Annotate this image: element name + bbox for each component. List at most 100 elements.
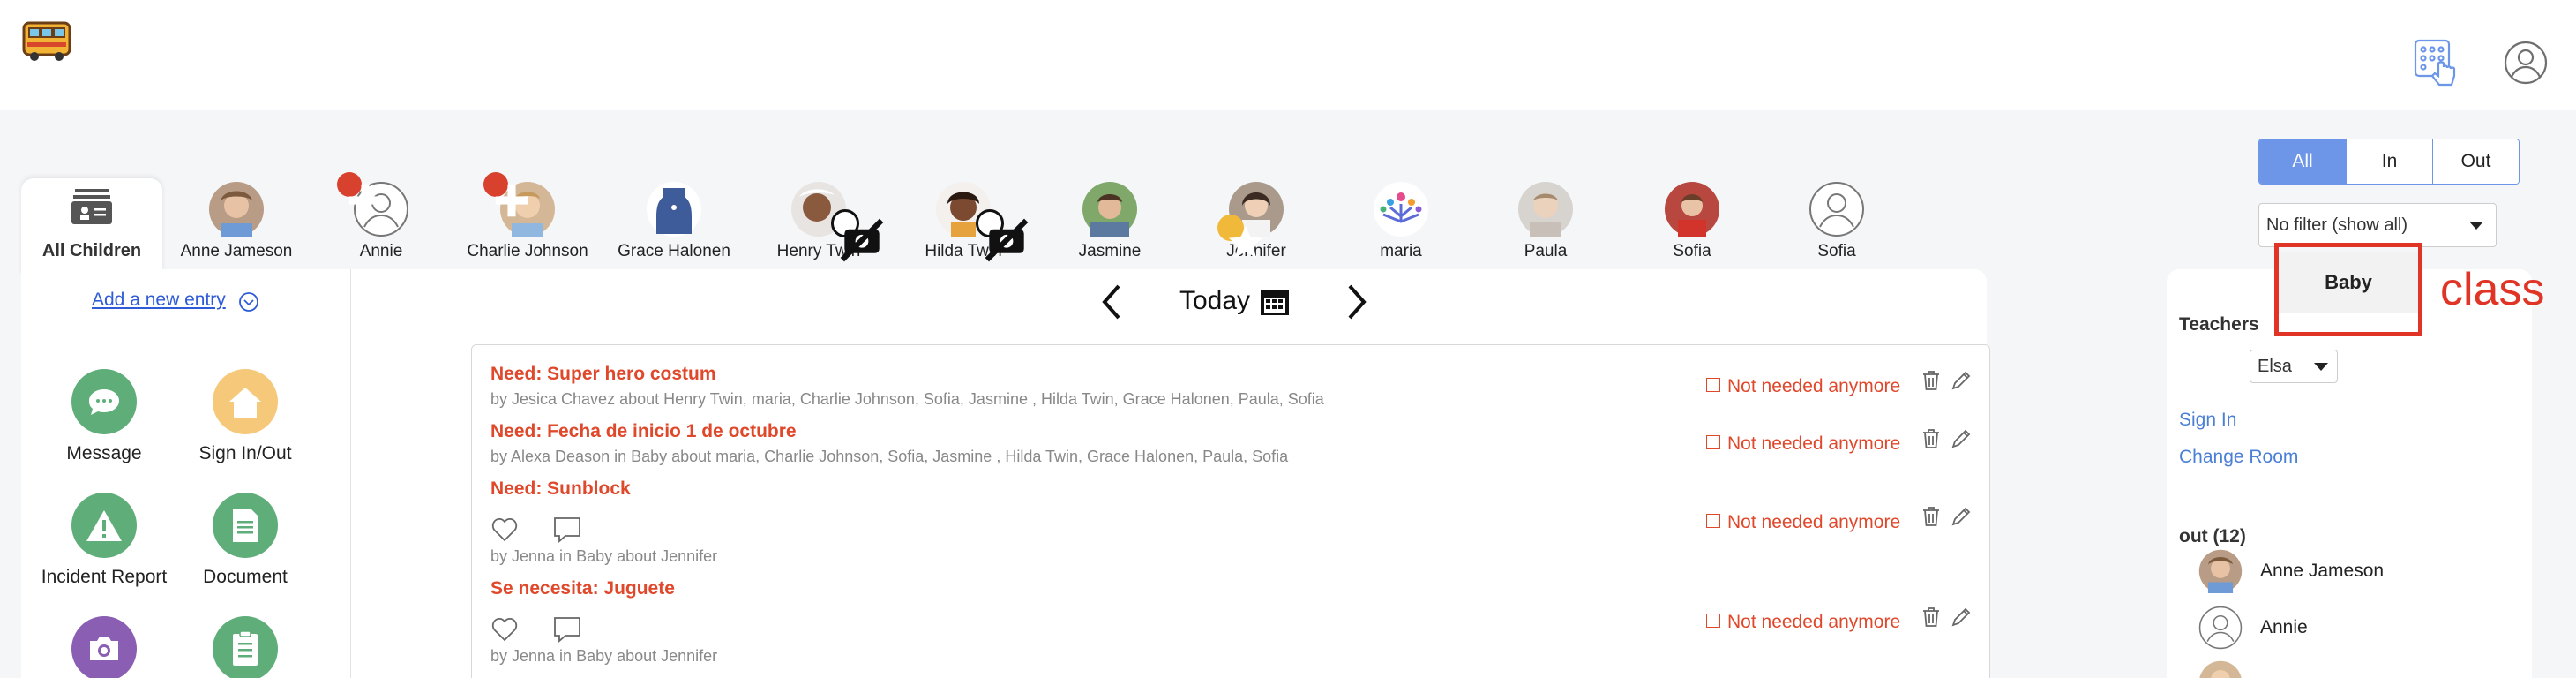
- avatar: [790, 181, 884, 262]
- child-grace-halonen[interactable]: Grace Halonen: [603, 181, 745, 261]
- calendar-icon[interactable]: [1260, 288, 1290, 320]
- avatar: [337, 172, 409, 237]
- avatar: [208, 181, 265, 237]
- entry-byline: by Jenna in Baby about Jennifer: [490, 647, 718, 665]
- teacher-select[interactable]: Elsa: [2250, 350, 2338, 383]
- entry-byline: by Jenna in Baby about Jennifer: [490, 547, 718, 565]
- avatar: [2198, 606, 2243, 650]
- out-count-heading: out (12): [2179, 526, 2246, 546]
- avatar: [1808, 181, 1865, 237]
- home-icon: [213, 369, 278, 434]
- edit-pencil-icon[interactable]: [1950, 427, 1973, 450]
- avatar: [1664, 181, 1720, 237]
- child-anne-jameson[interactable]: Anne Jameson: [166, 181, 307, 261]
- message-action[interactable]: Message: [34, 369, 175, 464]
- out-list-item[interactable]: Anne Jameson: [2198, 549, 2384, 593]
- avatar: [646, 181, 702, 237]
- keypad-tap-icon[interactable]: [2412, 39, 2460, 87]
- trash-icon[interactable]: [1920, 606, 1943, 629]
- entry-title[interactable]: Se necesita: Juguete: [490, 578, 675, 599]
- avatar: [483, 172, 556, 237]
- child-charlie-johnson[interactable]: Charlie Johnson: [457, 172, 598, 261]
- child-hilda-twin[interactable]: Hilda Twin: [893, 181, 1034, 262]
- filter-all-button[interactable]: All: [2259, 139, 2346, 184]
- status-filter: All In Out: [2258, 139, 2520, 185]
- not-needed-checkbox[interactable]: Not needed anymore: [1706, 612, 1900, 633]
- chevron-down-icon: [2469, 222, 2483, 230]
- like-heart-icon[interactable]: [490, 615, 519, 644]
- avatar: [1517, 181, 1574, 237]
- not-needed-checkbox[interactable]: Not needed anymore: [1706, 512, 1900, 533]
- like-heart-icon[interactable]: [490, 516, 519, 544]
- annotation-highlight-box: [2274, 243, 2422, 336]
- filter-out-button[interactable]: Out: [2432, 139, 2519, 184]
- change-room-link[interactable]: Change Room: [2179, 447, 2298, 468]
- child-maria[interactable]: maria: [1330, 181, 1471, 261]
- avatar: [1217, 181, 1284, 259]
- no-photo-icon: [976, 209, 1029, 262]
- avatar: [2198, 549, 2243, 593]
- entry-title[interactable]: Need: Super hero costum: [490, 364, 716, 385]
- incident-report-action[interactable]: Incident Report: [34, 493, 175, 588]
- children-strip: Anne Jameson Annie Charlie Johnson Grace…: [0, 168, 1888, 269]
- trash-icon[interactable]: [1920, 505, 1943, 528]
- trash-icon[interactable]: [1920, 369, 1943, 392]
- user-account-icon[interactable]: [2502, 39, 2550, 87]
- child-annie[interactable]: Annie: [311, 172, 452, 261]
- annotation-label: class: [2440, 264, 2545, 315]
- filter-in-button[interactable]: In: [2346, 139, 2432, 184]
- checkbox-icon: [1706, 435, 1720, 449]
- entry-title[interactable]: Need: Fecha de inicio 1 de octubre: [490, 421, 797, 442]
- document-action[interactable]: Document: [175, 493, 316, 588]
- avatar: [1082, 181, 1138, 237]
- child-henry-twin[interactable]: Henry Twin: [748, 181, 889, 262]
- sign-in-link[interactable]: Sign In: [2179, 410, 2236, 431]
- entry-byline: by Jesica Chavez about Henry Twin, maria…: [490, 390, 1324, 408]
- add-entry-link[interactable]: Add a new entry: [92, 290, 226, 311]
- not-needed-checkbox[interactable]: Not needed anymore: [1706, 376, 1900, 397]
- child-jasmine[interactable]: Jasmine: [1039, 181, 1180, 261]
- previous-day-icon[interactable]: [1097, 281, 1124, 328]
- child-sofia-2[interactable]: Sofia: [1766, 181, 1907, 261]
- out-list-item[interactable]: Annie: [2198, 606, 2308, 650]
- avatar: [2198, 660, 2243, 678]
- add-badge-icon[interactable]: [337, 172, 382, 217]
- avatar: [935, 181, 1029, 262]
- checklist-icon: [213, 616, 278, 678]
- edit-pencil-icon[interactable]: [1950, 505, 1973, 528]
- comment-icon[interactable]: [552, 615, 582, 644]
- document-icon: [213, 493, 278, 558]
- comment-icon[interactable]: [552, 516, 582, 544]
- child-jennifer[interactable]: Jennifer: [1186, 181, 1327, 261]
- chevron-down-icon: [2314, 363, 2328, 371]
- child-paula[interactable]: Paula: [1475, 181, 1616, 261]
- filter-select-value: No filter (show all): [2266, 215, 2408, 235]
- teachers-heading: Teachers: [2179, 314, 2259, 335]
- school-bus-logo-icon[interactable]: [21, 18, 72, 64]
- filter-select[interactable]: No filter (show all): [2258, 203, 2497, 247]
- add-badge-icon[interactable]: [483, 172, 528, 217]
- trash-icon[interactable]: [1920, 427, 1943, 450]
- not-needed-checkbox[interactable]: Not needed anymore: [1706, 433, 1900, 455]
- checkbox-icon: [1706, 378, 1720, 392]
- next-day-icon[interactable]: [1344, 281, 1371, 328]
- chevron-down-circle-icon[interactable]: [238, 291, 259, 317]
- entry-title[interactable]: Need: Sunblock: [490, 478, 631, 500]
- edit-pencil-icon[interactable]: [1950, 606, 1973, 629]
- sign-in-out-action[interactable]: Sign In/Out: [175, 369, 316, 464]
- checkbox-icon: [1706, 614, 1720, 628]
- checkbox-icon: [1706, 514, 1720, 528]
- out-list-item[interactable]: [2198, 660, 2260, 678]
- checklist-action[interactable]: [175, 616, 316, 678]
- entry-byline: by Alexa Deason in Baby about maria, Cha…: [490, 448, 1289, 465]
- date-label: Today: [1179, 286, 1251, 315]
- warning-icon: [71, 493, 137, 558]
- photo-action[interactable]: [34, 616, 175, 678]
- child-sofia[interactable]: Sofia: [1621, 181, 1763, 261]
- no-photo-icon: [831, 209, 884, 262]
- teacher-select-value: Elsa: [2258, 356, 2292, 376]
- star-badge-icon: [1217, 215, 1263, 259]
- top-bar: [0, 0, 2576, 110]
- edit-pencil-icon[interactable]: [1950, 369, 1973, 392]
- avatar: [1373, 181, 1429, 237]
